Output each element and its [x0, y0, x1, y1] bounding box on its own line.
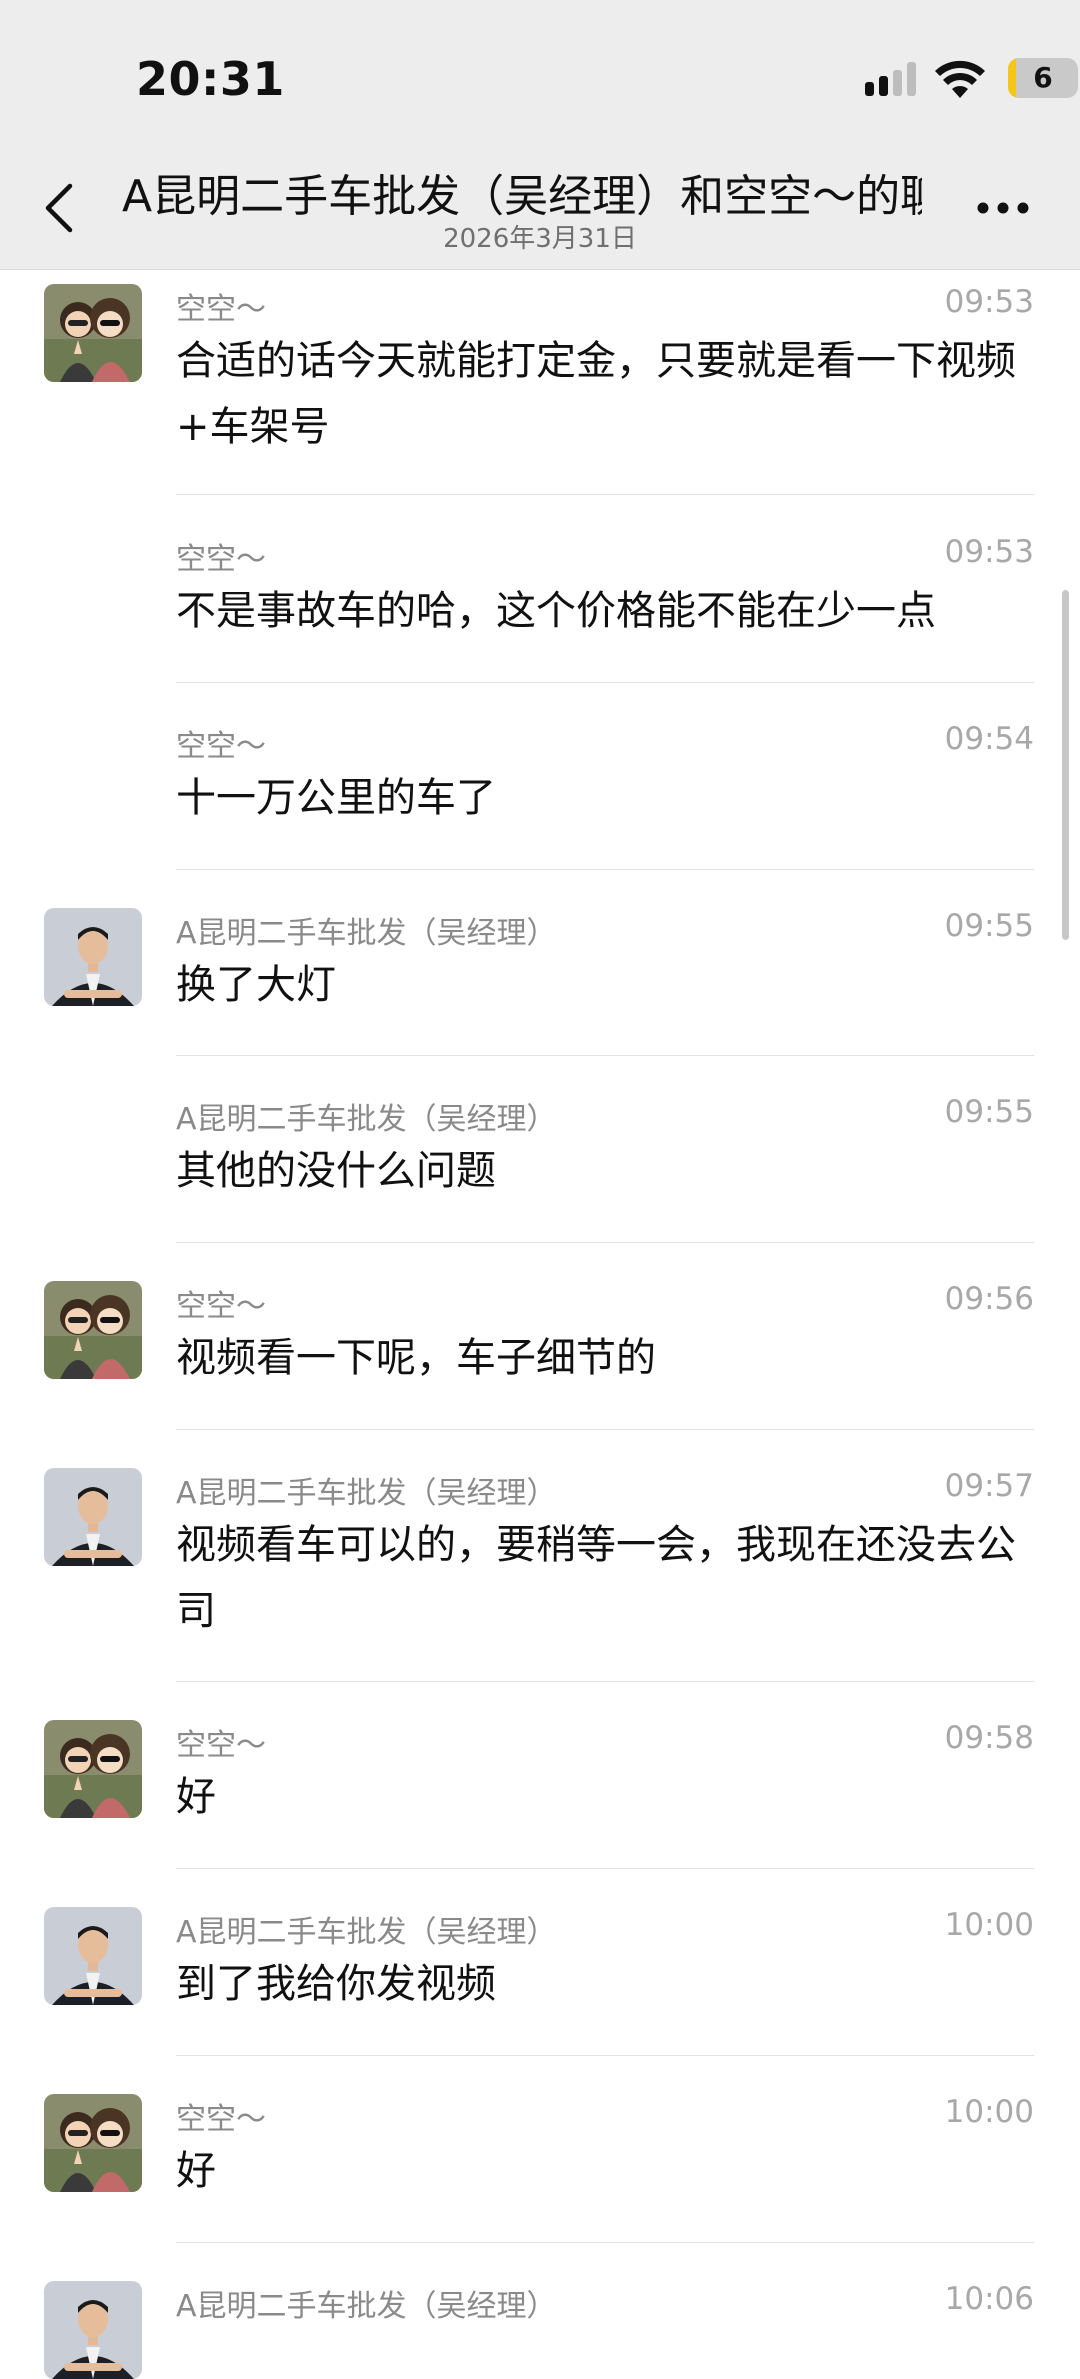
message-time: 09:54 [944, 721, 1034, 757]
divider [176, 1242, 1034, 1243]
signal-icon [865, 62, 916, 96]
message-time: 09:53 [944, 284, 1034, 320]
sender-name: 空空～ [176, 542, 266, 577]
sender-name: A昆明二手车批发（吴经理） [176, 1476, 557, 1511]
avatar-kongkong[interactable] [44, 284, 142, 382]
message-time: 09:55 [944, 1094, 1034, 1130]
avatar-manager-wu[interactable] [44, 908, 142, 1006]
wifi-icon [935, 60, 985, 98]
status-time: 20:31 [136, 52, 285, 106]
message-time: 09:53 [944, 534, 1034, 570]
sender-name: A昆明二手车批发（吴经理） [176, 1915, 557, 1950]
avatar-kongkong[interactable] [44, 2094, 142, 2192]
message-time: 09:58 [944, 1720, 1034, 1756]
top-bar: 20:31 6 A昆明二手车批发（吴经理）和空空～的聊 2026年3月31日 [0, 0, 1080, 270]
sender-name: 空空～ [176, 1728, 266, 1763]
more-icon[interactable] [976, 200, 1030, 216]
message-text: 换了大灯 [176, 962, 336, 1008]
avatar-manager-wu[interactable] [44, 2281, 142, 2379]
message-time: 09:55 [944, 908, 1034, 944]
divider [176, 682, 1034, 683]
message-text: 到了我给你发视频 [176, 1961, 496, 2007]
avatar-kongkong[interactable] [44, 1720, 142, 1818]
sender-name: A昆明二手车批发（吴经理） [176, 1102, 557, 1137]
chat-date: 2026年3月31日 [443, 224, 637, 254]
chat-title: A昆明二手车批发（吴经理）和空空～的聊 [122, 171, 922, 220]
divider [176, 1055, 1034, 1056]
message-text: 好 [176, 2148, 216, 2194]
sender-name: 空空～ [176, 2102, 266, 2137]
scrollbar[interactable] [1062, 590, 1069, 940]
divider [176, 869, 1034, 870]
divider [176, 1868, 1034, 1869]
divider [176, 1681, 1034, 1682]
message-text: 好 [176, 1774, 216, 1820]
avatar-manager-wu[interactable] [44, 1907, 142, 2005]
message-text: 十一万公里的车了 [176, 775, 496, 821]
avatar-kongkong[interactable] [44, 1281, 142, 1379]
sender-name: A昆明二手车批发（吴经理） [176, 916, 557, 951]
divider [176, 2055, 1034, 2056]
divider [176, 1429, 1034, 1430]
message-time: 10:06 [944, 2281, 1034, 2317]
sender-name: 空空～ [176, 292, 266, 327]
sender-name: 空空～ [176, 1289, 266, 1324]
message-time: 10:00 [944, 2094, 1034, 2130]
message-text: 不是事故车的哈，这个价格能不能在少一点 [176, 588, 936, 634]
message-text: 视频看车可以的，要稍等一会，我现在还没去公司 [176, 1522, 1016, 1634]
sender-name: 空空～ [176, 729, 266, 764]
divider [176, 494, 1034, 495]
message-text: 合适的话今天就能打定金，只要就是看一下视频+车架号 [176, 338, 1016, 450]
message-text: 其他的没什么问题 [176, 1148, 496, 1194]
avatar-manager-wu[interactable] [44, 1468, 142, 1566]
message-text: 视频看一下呢，车子细节的 [176, 1335, 656, 1381]
message-time: 09:56 [944, 1281, 1034, 1317]
message-time: 09:57 [944, 1468, 1034, 1504]
message-time: 10:00 [944, 1907, 1034, 1943]
divider [176, 2242, 1034, 2243]
battery-indicator: 6 [1008, 58, 1078, 98]
sender-name: A昆明二手车批发（吴经理） [176, 2289, 557, 2324]
